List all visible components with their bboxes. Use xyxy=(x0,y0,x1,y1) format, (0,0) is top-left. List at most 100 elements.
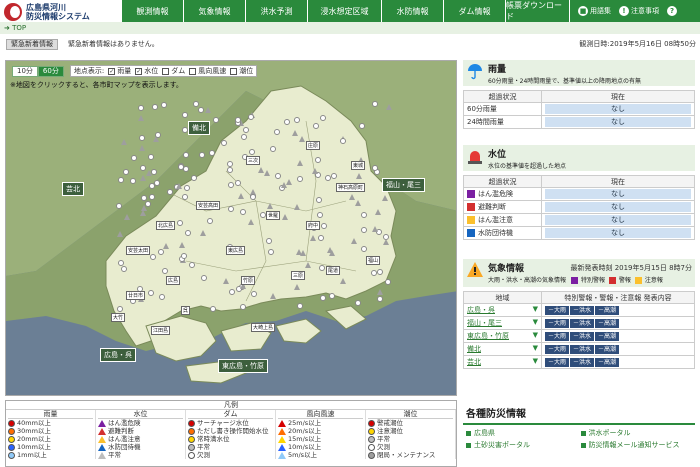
rain-station-icon[interactable] xyxy=(360,246,367,253)
rain-station-icon[interactable] xyxy=(297,176,304,183)
water-station-icon[interactable] xyxy=(305,261,312,268)
link-mail-service[interactable]: 防災情報メール通知サービス xyxy=(580,440,696,450)
nav-observation[interactable]: 観測情報 xyxy=(122,0,184,22)
rain-station-icon[interactable] xyxy=(206,217,213,224)
expand-triangle-icon[interactable]: ▼ xyxy=(533,357,538,365)
rain-station-icon[interactable] xyxy=(209,149,216,156)
rain-station-icon[interactable] xyxy=(120,266,127,273)
link-landslide-portal[interactable]: 土砂災害ポータル xyxy=(466,440,581,450)
rain-station-icon[interactable] xyxy=(157,249,164,256)
rain-station-icon[interactable] xyxy=(192,101,199,107)
layer-water-toggle[interactable]: ✓ 水位 xyxy=(135,66,158,76)
rain-station-icon[interactable] xyxy=(150,253,157,260)
rain-station-icon[interactable] xyxy=(198,107,205,114)
rain-station-icon[interactable] xyxy=(297,302,304,309)
rain-station-icon[interactable] xyxy=(324,174,331,181)
rain-station-icon[interactable] xyxy=(227,166,234,173)
rain-station-icon[interactable] xyxy=(317,235,324,242)
rain-station-icon[interactable] xyxy=(227,181,234,188)
rain-station-icon[interactable] xyxy=(316,196,323,203)
link-hiroshima-pref[interactable]: 広島県 xyxy=(466,428,581,438)
rain-station-icon[interactable] xyxy=(138,105,145,112)
expand-triangle-icon[interactable]: ▼ xyxy=(533,331,538,339)
rain-station-icon[interactable] xyxy=(228,288,235,295)
area-link[interactable]: 広島・呉 xyxy=(467,306,495,314)
water-station-icon[interactable] xyxy=(140,210,147,217)
water-station-icon[interactable] xyxy=(205,106,212,113)
water-station-icon[interactable] xyxy=(326,246,333,253)
region-bihoku[interactable]: 備北 xyxy=(188,121,210,135)
glossary-link[interactable]: ■ 用語集 xyxy=(578,6,611,16)
rain-station-icon[interactable] xyxy=(360,211,367,218)
rain-station-icon[interactable] xyxy=(209,306,216,313)
nav-inundation-area[interactable]: 浸水想定区域 xyxy=(308,0,382,22)
rain-station-icon[interactable] xyxy=(377,295,384,302)
breadcrumb-top[interactable]: TOP xyxy=(12,24,26,32)
rain-station-icon[interactable] xyxy=(182,151,189,158)
rain-station-icon[interactable] xyxy=(116,203,123,210)
rain-station-icon[interactable] xyxy=(188,261,195,268)
rain-station-icon[interactable] xyxy=(122,168,129,175)
water-station-icon[interactable] xyxy=(297,159,304,166)
rain-station-icon[interactable] xyxy=(199,151,206,158)
water-station-icon[interactable] xyxy=(354,199,361,206)
rain-station-icon[interactable] xyxy=(239,304,246,311)
prefecture-map[interactable]: 10分 60分 地点表示: ✓ 雨量 ✓ 水位 ダム 風向風速 潮位 ※地図をクリッ… xyxy=(5,60,457,396)
rain-station-icon[interactable] xyxy=(250,194,257,201)
rain-station-icon[interactable] xyxy=(372,101,379,108)
water-station-icon[interactable] xyxy=(385,103,392,110)
rain-station-icon[interactable] xyxy=(361,226,368,233)
water-station-icon[interactable] xyxy=(269,292,276,299)
rain-station-icon[interactable] xyxy=(316,211,323,218)
rain-station-icon[interactable] xyxy=(152,103,159,110)
rain-station-icon[interactable] xyxy=(268,249,275,256)
rain-station-icon[interactable] xyxy=(228,205,235,212)
rain-station-icon[interactable] xyxy=(240,209,247,216)
rain-station-icon[interactable] xyxy=(359,123,366,130)
rain-station-icon[interactable] xyxy=(384,279,391,286)
rain-station-icon[interactable] xyxy=(181,111,188,118)
rain-station-icon[interactable] xyxy=(293,117,300,124)
interval-10min[interactable]: 10分 xyxy=(12,65,38,77)
rain-station-icon[interactable] xyxy=(148,154,155,161)
rain-station-icon[interactable] xyxy=(117,176,124,183)
rain-station-icon[interactable] xyxy=(161,268,168,275)
nav-dam[interactable]: ダム情報 xyxy=(444,0,506,22)
area-link[interactable]: 東広島・竹原 xyxy=(467,332,509,340)
rain-station-icon[interactable] xyxy=(118,259,125,266)
rain-station-icon[interactable] xyxy=(355,300,362,307)
water-station-icon[interactable] xyxy=(340,278,347,285)
expand-triangle-icon[interactable]: ▼ xyxy=(533,318,538,326)
water-station-icon[interactable] xyxy=(237,193,244,200)
water-station-icon[interactable] xyxy=(311,168,318,175)
rain-station-icon[interactable] xyxy=(138,135,145,142)
nav-flood-prevention[interactable]: 水防情報 xyxy=(382,0,444,22)
interval-60min[interactable]: 60分 xyxy=(37,65,64,77)
link-flood-portal[interactable]: 洪水ポータル xyxy=(580,428,696,438)
rain-station-icon[interactable] xyxy=(129,178,136,185)
rain-station-icon[interactable] xyxy=(265,237,272,244)
water-station-icon[interactable] xyxy=(286,178,293,185)
water-station-icon[interactable] xyxy=(141,204,147,211)
rain-station-icon[interactable] xyxy=(319,295,326,302)
expand-triangle-icon[interactable]: ▼ xyxy=(533,305,538,313)
water-station-icon[interactable] xyxy=(123,213,130,220)
water-station-icon[interactable] xyxy=(140,175,147,182)
water-station-icon[interactable] xyxy=(223,277,230,284)
area-link[interactable]: 芸北 xyxy=(467,358,481,366)
rain-station-icon[interactable] xyxy=(376,268,383,275)
nav-flood-forecast[interactable]: 洪水予測 xyxy=(246,0,308,22)
rain-station-icon[interactable] xyxy=(318,265,325,272)
notes-link[interactable]: ! 注意事項 xyxy=(619,6,659,16)
water-station-icon[interactable] xyxy=(163,242,170,249)
rain-station-icon[interactable] xyxy=(242,127,249,134)
rain-station-icon[interactable] xyxy=(331,172,338,179)
rain-station-icon[interactable] xyxy=(154,180,161,187)
water-station-icon[interactable] xyxy=(248,218,255,225)
rain-station-icon[interactable] xyxy=(177,219,184,226)
region-geihoku[interactable]: 芸北 xyxy=(62,182,84,196)
water-station-icon[interactable] xyxy=(120,139,127,146)
rain-station-icon[interactable] xyxy=(148,194,155,201)
expand-triangle-icon[interactable]: ▼ xyxy=(533,344,538,352)
rain-station-icon[interactable] xyxy=(190,175,197,182)
